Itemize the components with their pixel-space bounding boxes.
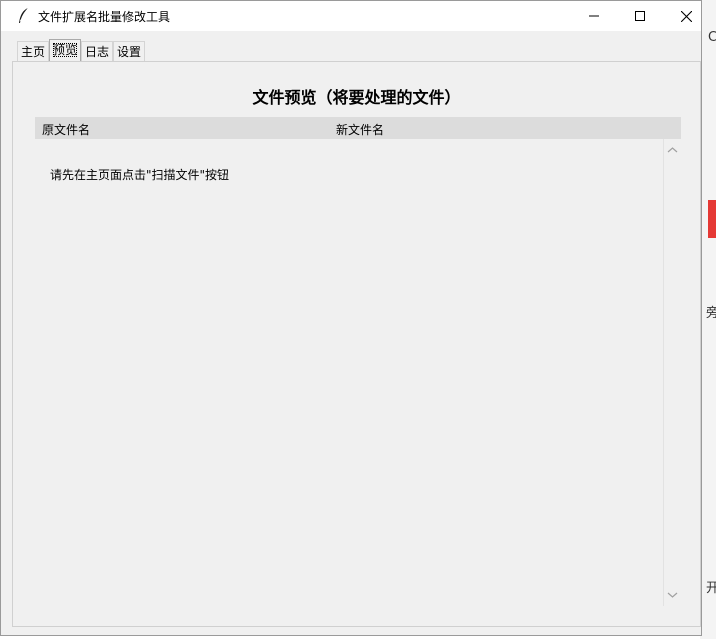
file-table-body[interactable]: 请先在主页面点击"扫描文件"按钮 (35, 139, 663, 606)
column-header-new-name[interactable]: 新文件名 (336, 121, 384, 138)
background-app-strip: C 旁 开 (700, 0, 716, 639)
empty-state-message: 请先在主页面点击"扫描文件"按钮 (50, 168, 230, 182)
minimize-button[interactable] (571, 1, 617, 31)
tab-settings-label: 设置 (117, 45, 142, 59)
maximize-button[interactable] (617, 1, 663, 31)
app-window: 文件扩展名批量修改工具 主页 预览 日志 设置 文件预览（将要处理的文件） 原文… (0, 0, 702, 636)
file-table-header: 原文件名 新文件名 (35, 117, 681, 139)
title-bar[interactable]: 文件扩展名批量修改工具 (1, 1, 701, 31)
feather-icon (19, 7, 29, 23)
tab-bar: 主页 预览 日志 设置 (17, 39, 146, 61)
tab-home-label: 主页 (21, 45, 46, 59)
close-button[interactable] (663, 1, 709, 31)
window-title: 文件扩展名批量修改工具 (38, 10, 171, 24)
column-header-original-name[interactable]: 原文件名 (42, 121, 90, 138)
minimize-icon (589, 15, 599, 17)
background-glyph: 旁 (706, 306, 716, 321)
scroll-up-arrow-icon[interactable] (667, 145, 678, 156)
tab-settings[interactable]: 设置 (113, 41, 146, 61)
preview-panel: 文件预览（将要处理的文件） 原文件名 新文件名 请先在主页面点击"扫描文件"按钮 (12, 61, 701, 627)
background-glyph: C (708, 30, 716, 45)
preview-heading: 文件预览（将要处理的文件） (252, 88, 461, 107)
tab-preview[interactable]: 预览 (49, 39, 82, 61)
maximize-icon (635, 11, 645, 21)
background-red-element (708, 200, 716, 238)
background-glyph: 开 (706, 581, 716, 596)
close-icon (680, 10, 692, 22)
tab-preview-label: 预览 (53, 43, 78, 57)
tab-log-label: 日志 (85, 45, 110, 59)
scroll-down-arrow-icon[interactable] (667, 589, 678, 600)
tab-log[interactable]: 日志 (81, 41, 114, 61)
tab-home[interactable]: 主页 (17, 41, 50, 61)
vertical-scrollbar[interactable] (663, 139, 681, 606)
